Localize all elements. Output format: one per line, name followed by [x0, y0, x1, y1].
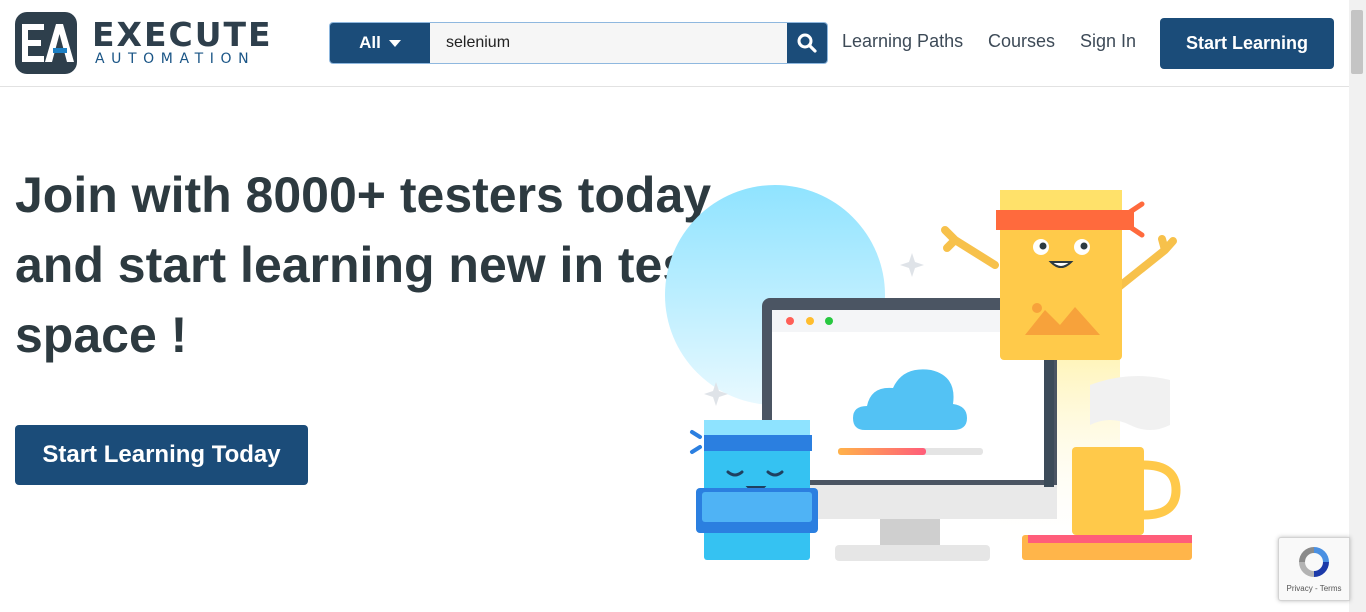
monitor-base — [835, 545, 990, 561]
start-learning-today-button[interactable]: Start Learning Today — [15, 425, 308, 485]
recaptcha-terms-link[interactable]: Terms — [1320, 584, 1342, 593]
image-sun-icon — [1032, 303, 1042, 313]
scrollbar-thumb[interactable] — [1351, 10, 1363, 74]
recaptcha-icon — [1299, 547, 1329, 577]
page-scrollbar[interactable] — [1349, 0, 1366, 612]
nav-learning-paths[interactable]: Learning Paths — [842, 31, 963, 52]
logo-tagline: AUTOMATION — [95, 51, 256, 67]
caret-down-icon — [388, 39, 401, 47]
mug-handle — [1143, 460, 1181, 520]
yellow-character-pupil — [1039, 242, 1047, 250]
yellow-character-pupil — [1080, 242, 1088, 250]
logo-text: EXECUTE AUTOMATION — [92, 15, 273, 68]
search-icon — [797, 33, 817, 53]
blue-character-headband — [704, 435, 812, 451]
sparkle-icon — [900, 253, 924, 277]
book-cover — [1028, 535, 1192, 543]
ea-logo-icon — [15, 12, 77, 74]
yellow-character-right-arm — [1111, 235, 1177, 294]
nav-courses[interactable]: Courses — [988, 31, 1055, 52]
search-category-label: All — [359, 33, 381, 52]
blue-character-hands-inner — [702, 492, 812, 522]
recaptcha-badge[interactable]: Privacy - Terms — [1278, 537, 1350, 601]
yellow-character-headband — [996, 210, 1134, 230]
window-dot-green — [825, 317, 833, 325]
site-header: EXECUTE AUTOMATION All Learning Paths Co… — [0, 0, 1349, 87]
headband-tail — [690, 430, 702, 454]
window-dot-yellow — [806, 317, 814, 325]
recaptcha-privacy-link[interactable]: Privacy — [1287, 584, 1313, 593]
start-learning-button[interactable]: Start Learning — [1160, 18, 1334, 69]
recaptcha-separator: - — [1314, 584, 1318, 593]
window-dot-red — [786, 317, 794, 325]
recaptcha-links: Privacy - Terms — [1279, 584, 1349, 593]
hero-illustration — [665, 185, 1192, 561]
upload-progress-fill — [838, 448, 926, 455]
yellow-character-left-arm — [941, 226, 999, 269]
nav-sign-in[interactable]: Sign In — [1080, 31, 1136, 52]
coffee-mug — [1072, 447, 1144, 535]
logo-wordmark: EXECUTE — [92, 15, 273, 54]
search-input[interactable] — [430, 23, 787, 63]
character-pole — [1044, 357, 1054, 487]
search-category-dropdown[interactable]: All — [330, 23, 430, 63]
monitor-stand — [880, 519, 940, 547]
brand-logo[interactable]: EXECUTE AUTOMATION — [15, 12, 275, 74]
search-button[interactable] — [787, 23, 827, 63]
search-bar: All — [329, 22, 828, 64]
